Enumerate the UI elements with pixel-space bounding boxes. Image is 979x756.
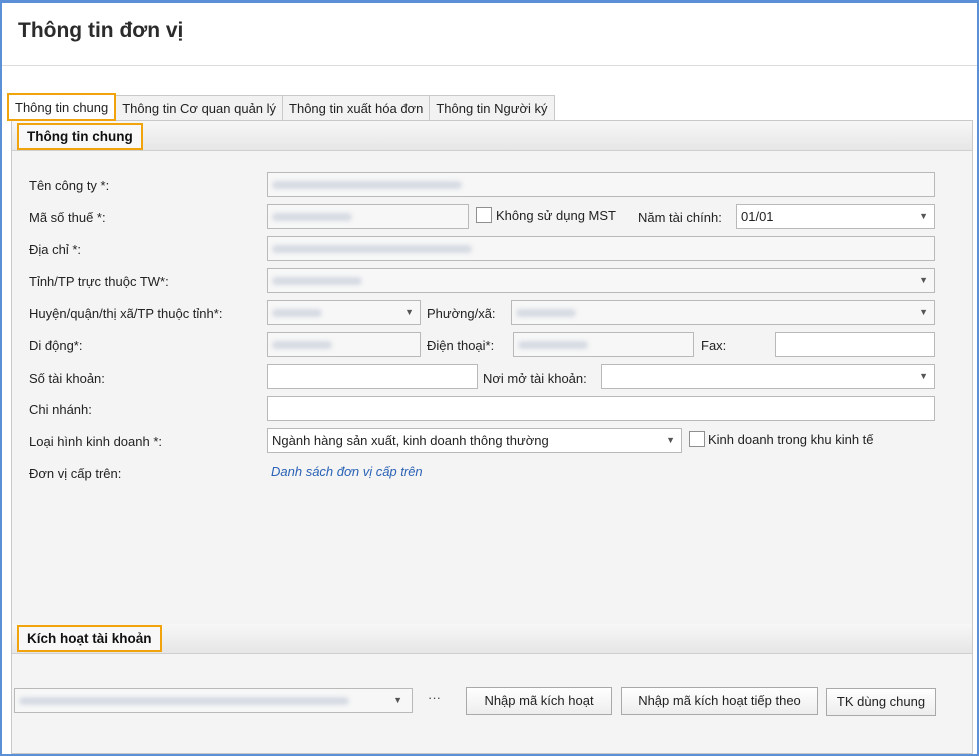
activation-section-header: Kích hoạt tài khoản (12, 624, 972, 654)
parent-unit-list-link[interactable]: Danh sách đơn vị cấp trên (271, 464, 423, 479)
tab-signer-info[interactable]: Thông tin Người ký (429, 95, 555, 121)
tab-general-info[interactable]: Thông tin chung (7, 93, 117, 121)
chevron-down-icon: ▼ (919, 275, 928, 285)
fiscal-year-value: 01/01 (741, 209, 774, 224)
shared-account-button[interactable]: TK dùng chung (826, 688, 936, 716)
province-label: Tỉnh/TP trực thuộc TW*: (29, 274, 169, 289)
tab-invoice-info[interactable]: Thông tin xuất hóa đơn (282, 95, 431, 121)
redacted-text (272, 341, 332, 349)
phone-field[interactable] (513, 332, 694, 357)
ward-select[interactable]: ▼ (511, 300, 935, 325)
title-divider (2, 65, 977, 66)
branch-field[interactable] (267, 396, 935, 421)
district-label: Huyện/quận/thị xã/TP thuộc tỉnh*: (29, 306, 223, 321)
business-type-label: Loại hình kinh doanh *: (29, 434, 162, 449)
business-type-select[interactable]: Ngành hàng sản xuất, kinh doanh thông th… (267, 428, 682, 453)
district-select[interactable]: ▼ (267, 300, 421, 325)
license-key-select[interactable]: ▼ (14, 688, 413, 713)
tax-code-field[interactable] (267, 204, 469, 229)
business-type-value: Ngành hàng sản xuất, kinh doanh thông th… (272, 433, 549, 448)
redacted-text (518, 341, 588, 349)
redacted-text (516, 309, 576, 317)
address-field[interactable] (267, 236, 935, 261)
bank-label: Nơi mở tài khoản: (483, 371, 587, 386)
chevron-down-icon: ▼ (919, 211, 928, 221)
chevron-down-icon: ▼ (405, 307, 414, 317)
tab-bar: Thông tin chung Thông tin Cơ quan quản l… (7, 93, 555, 121)
redacted-text (272, 213, 352, 221)
branch-label: Chi nhánh: (29, 402, 92, 417)
redacted-text (19, 697, 349, 705)
address-label: Địa chỉ *: (29, 242, 82, 257)
fiscal-year-select[interactable]: 01/01 ▼ (736, 204, 935, 229)
unit-info-window: Thông tin đơn vị Thông tin chung Thông t… (0, 0, 979, 756)
enter-activation-code-button[interactable]: Nhập mã kích hoạt (466, 687, 612, 715)
redacted-text (272, 277, 362, 285)
no-tax-code-label: Không sử dụng MST (496, 208, 616, 223)
window-title: Thông tin đơn vị (18, 19, 184, 42)
fax-field[interactable] (775, 332, 935, 357)
general-section-title: Thông tin chung (17, 123, 143, 150)
province-select[interactable]: ▼ (267, 268, 935, 293)
redacted-text (272, 309, 322, 317)
more-options-button[interactable]: ··· (428, 690, 441, 705)
company-name-field[interactable] (267, 172, 935, 197)
mobile-label: Di động*: (29, 338, 83, 353)
no-tax-code-checkbox[interactable] (476, 207, 492, 223)
chevron-down-icon: ▼ (666, 435, 675, 445)
bank-select[interactable]: ▼ (601, 364, 935, 389)
general-section-header: Thông tin chung (12, 121, 972, 151)
chevron-down-icon: ▼ (919, 307, 928, 317)
enter-next-activation-code-button[interactable]: Nhập mã kích hoạt tiếp theo (621, 687, 818, 715)
fax-label: Fax: (701, 338, 727, 353)
redacted-text (272, 245, 472, 253)
account-number-field[interactable] (267, 364, 478, 389)
tax-code-label: Mã số thuế *: (29, 210, 106, 225)
economic-zone-checkbox[interactable] (689, 431, 705, 447)
mobile-field[interactable] (267, 332, 421, 357)
account-number-label: Số tài khoản: (29, 371, 105, 386)
activation-section-title: Kích hoạt tài khoản (17, 625, 162, 652)
tab-content-panel: Thông tin chung Tên công ty *: Mã số thu… (11, 120, 973, 754)
chevron-down-icon: ▼ (393, 695, 402, 705)
phone-label: Điện thoại*: (427, 338, 495, 353)
ward-label: Phường/xã: (427, 306, 496, 321)
fiscal-year-label: Năm tài chính: (638, 210, 722, 225)
tab-management-agency[interactable]: Thông tin Cơ quan quản lý (115, 95, 284, 121)
parent-unit-label: Đơn vị cấp trên: (29, 466, 122, 481)
economic-zone-label: Kinh doanh trong khu kinh tế (708, 432, 874, 447)
redacted-text (272, 181, 462, 189)
company-name-label: Tên công ty *: (29, 178, 110, 193)
chevron-down-icon: ▼ (919, 371, 928, 381)
